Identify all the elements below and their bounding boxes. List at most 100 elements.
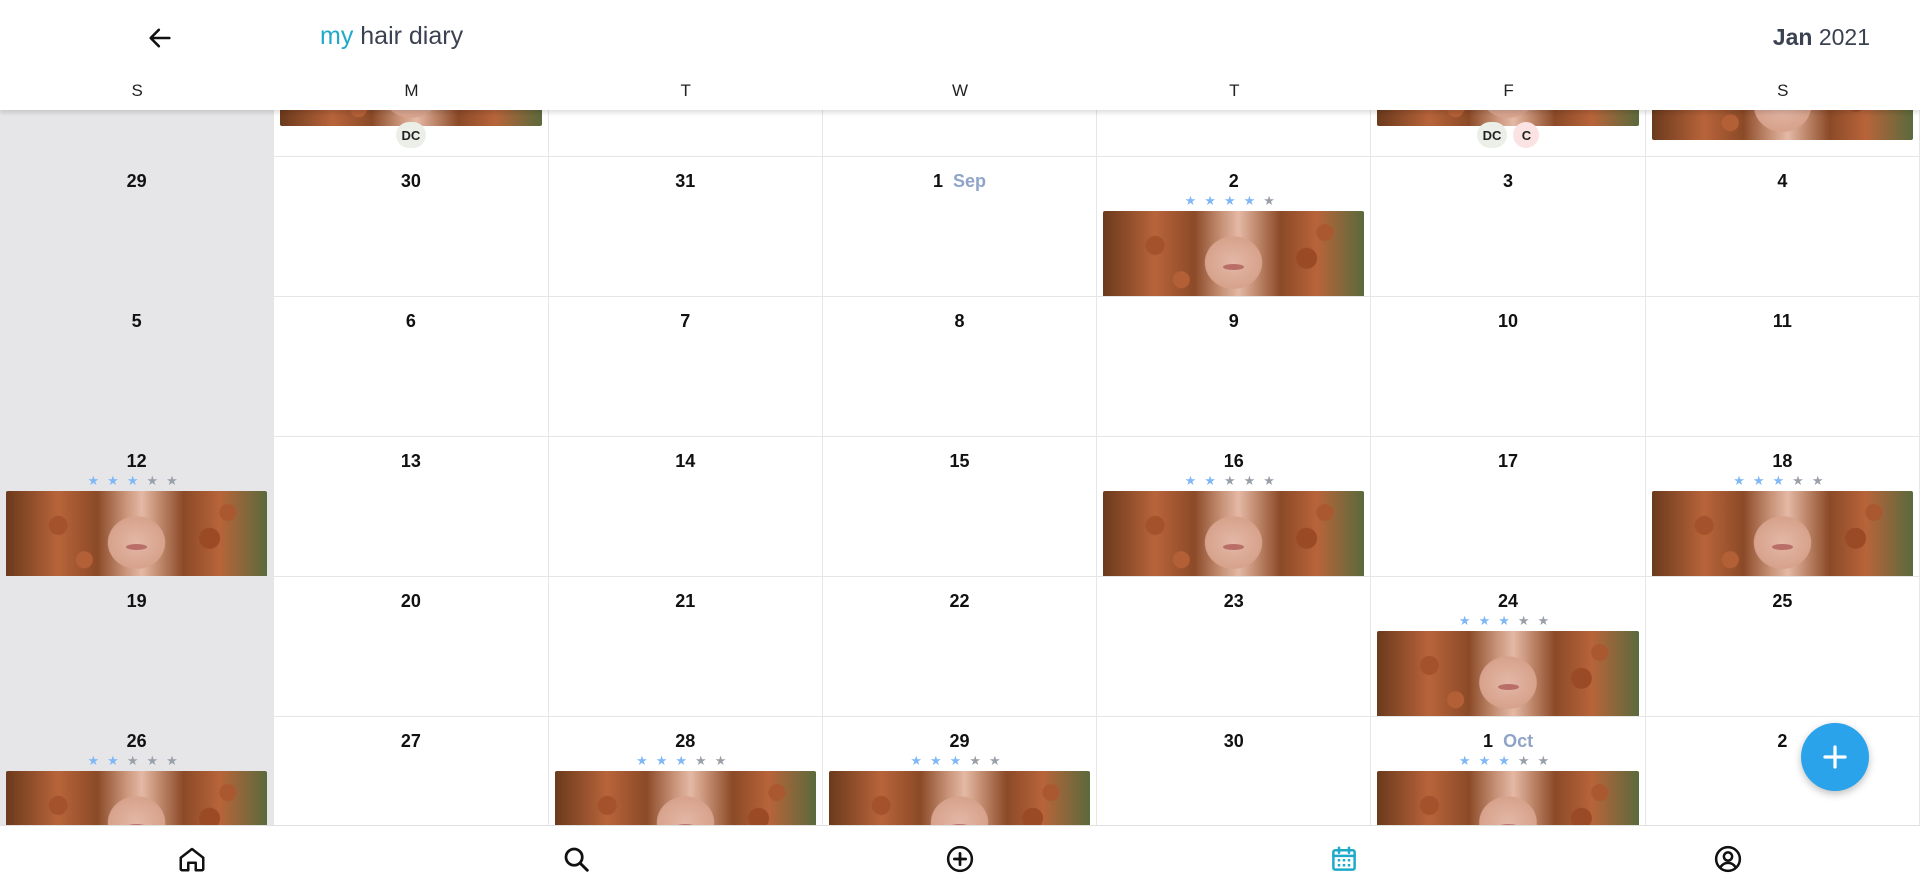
day-number: 7 (549, 311, 822, 332)
day-number: 27 (274, 731, 547, 752)
calendar-day-cell[interactable] (822, 110, 1098, 157)
calendar-day-cell[interactable]: 11 (1645, 297, 1920, 437)
hair-photo (6, 771, 268, 825)
calendar-day-cell[interactable]: 4 (1645, 157, 1920, 297)
star-rating: ★★★★★ (1097, 473, 1370, 489)
day-number-text: 17 (1498, 451, 1519, 471)
star-filled-icon: ★ (675, 753, 696, 768)
nav-add[interactable] (768, 826, 1152, 892)
star-filled-icon: ★ (1498, 613, 1518, 628)
calendar-day-cell[interactable]: 30 (274, 157, 549, 297)
calendar-day-cell[interactable]: 16 ★★★★★ (1097, 437, 1372, 577)
calendar-day-cell[interactable]: 2 (1645, 717, 1920, 825)
plus-circle-icon (946, 845, 974, 873)
calendar-day-cell[interactable]: 28 ★★★★★ (548, 717, 823, 825)
day-number-text: 8 (954, 311, 965, 331)
day-number: 9 (1097, 311, 1370, 332)
calendar-day-cell[interactable]: 2 ★★★★★ (1097, 157, 1372, 297)
photo-detail (1497, 684, 1519, 691)
calendar-day-cell[interactable]: 23 (1097, 577, 1372, 717)
calendar-day-cell[interactable]: 15 (822, 437, 1098, 577)
star-empty-icon: ★ (714, 753, 735, 768)
calendar-day-cell[interactable]: DC (274, 110, 549, 157)
day-number-text: 29 (949, 731, 970, 751)
star-empty-icon: ★ (1537, 613, 1558, 628)
calendar-day-cell[interactable]: DC C (1371, 110, 1646, 157)
product-badge: DC (1476, 122, 1508, 148)
star-filled-icon: ★ (1458, 753, 1479, 768)
star-filled-icon: ★ (636, 753, 656, 768)
star-rating: ★★★★★ (1371, 753, 1644, 769)
add-entry-fab[interactable] (1801, 723, 1869, 791)
user-circle-icon (1714, 845, 1742, 873)
day-number: 13 (274, 451, 547, 472)
calendar-day-cell[interactable] (548, 110, 823, 157)
day-number: 14 (549, 451, 822, 472)
nav-calendar[interactable] (1152, 826, 1536, 892)
day-number-text: 3 (1503, 171, 1514, 191)
calendar-day-cell[interactable]: 10 (1371, 297, 1646, 437)
calendar-day-cell[interactable]: 20 (274, 577, 549, 717)
star-filled-icon: ★ (1733, 473, 1753, 488)
day-number-text: 26 (126, 731, 147, 751)
product-badge: C (1513, 122, 1540, 148)
calendar-day-cell[interactable]: 6 (274, 297, 549, 437)
calendar-day-cell[interactable]: 18★★★★★DC (1645, 437, 1920, 577)
calendar-day-cell[interactable]: 25 (1645, 577, 1920, 717)
star-filled-icon: ★ (1243, 193, 1264, 208)
calendar-day-cell[interactable]: 8 (822, 297, 1098, 437)
day-number-text: 13 (400, 451, 421, 471)
day-number: 15 (823, 451, 1096, 472)
star-filled-icon: ★ (1478, 753, 1499, 768)
day-number: 29 (0, 171, 273, 192)
calendar-day-cell[interactable]: 7 (548, 297, 823, 437)
calendar-day-cell[interactable]: 22 (822, 577, 1098, 717)
star-empty-icon: ★ (166, 473, 186, 488)
calendar-day-cell[interactable]: 9 (1097, 297, 1372, 437)
star-empty-icon: ★ (126, 753, 147, 768)
calendar-day-cell[interactable]: 24 ★★★★★ (1371, 577, 1646, 717)
calendar-day-cell[interactable]: 29 ★★★★★ (822, 717, 1098, 825)
nav-home[interactable] (0, 826, 384, 892)
calendar-day-cell[interactable] (0, 110, 275, 157)
hair-photo (1377, 771, 1639, 825)
calendar-day-cell[interactable]: 30 (1097, 717, 1372, 825)
hair-photo (1377, 631, 1639, 716)
day-number-text: 6 (405, 311, 416, 331)
star-empty-icon: ★ (146, 473, 167, 488)
hair-photo (828, 771, 1091, 825)
calendar-day-cell[interactable]: 19 (0, 577, 275, 717)
calendar-day-cell[interactable]: 17 (1371, 437, 1646, 577)
product-badges: DC (274, 122, 547, 148)
star-filled-icon: ★ (107, 753, 127, 768)
day-number-text: 9 (1228, 311, 1239, 331)
calendar-day-cell[interactable]: 27 (274, 717, 549, 825)
calendar-day-cell[interactable] (1645, 110, 1920, 157)
nav-search[interactable] (384, 826, 768, 892)
day-number-text: 31 (675, 171, 696, 191)
calendar-day-cell[interactable]: 31 (548, 157, 823, 297)
calendar-day-cell[interactable]: 3 (1371, 157, 1646, 297)
day-number-text: 27 (400, 731, 421, 751)
calendar-day-cell[interactable]: 1 Oct ★★★★★ (1371, 717, 1646, 825)
calendar-day-cell[interactable]: 21 (548, 577, 823, 717)
back-button[interactable] (142, 20, 178, 56)
calendar-day-cell[interactable]: 26 ★★★★★ (0, 717, 275, 825)
calendar-day-cell[interactable]: 14 (548, 437, 823, 577)
star-filled-icon: ★ (1184, 473, 1205, 488)
calendar-day-cell[interactable]: 12★★★★★DCC (0, 437, 275, 577)
day-number-text: 1 (1483, 731, 1494, 751)
day-number: 19 (0, 591, 273, 612)
star-filled-icon: ★ (87, 473, 108, 488)
nav-profile[interactable] (1536, 826, 1920, 892)
month-selector[interactable]: Jan 2021 (1773, 24, 1870, 51)
day-number: 29 (823, 731, 1096, 752)
calendar-day-cell[interactable]: 29 (0, 157, 275, 297)
star-filled-icon: ★ (1478, 613, 1499, 628)
calendar-day-cell[interactable] (1097, 110, 1372, 157)
calendar-day-cell[interactable]: 13 (274, 437, 549, 577)
bottom-nav (0, 825, 1920, 892)
calendar-day-cell[interactable]: 1 Sep (822, 157, 1098, 297)
photo-detail (1223, 264, 1245, 271)
calendar-day-cell[interactable]: 5 (0, 297, 275, 437)
